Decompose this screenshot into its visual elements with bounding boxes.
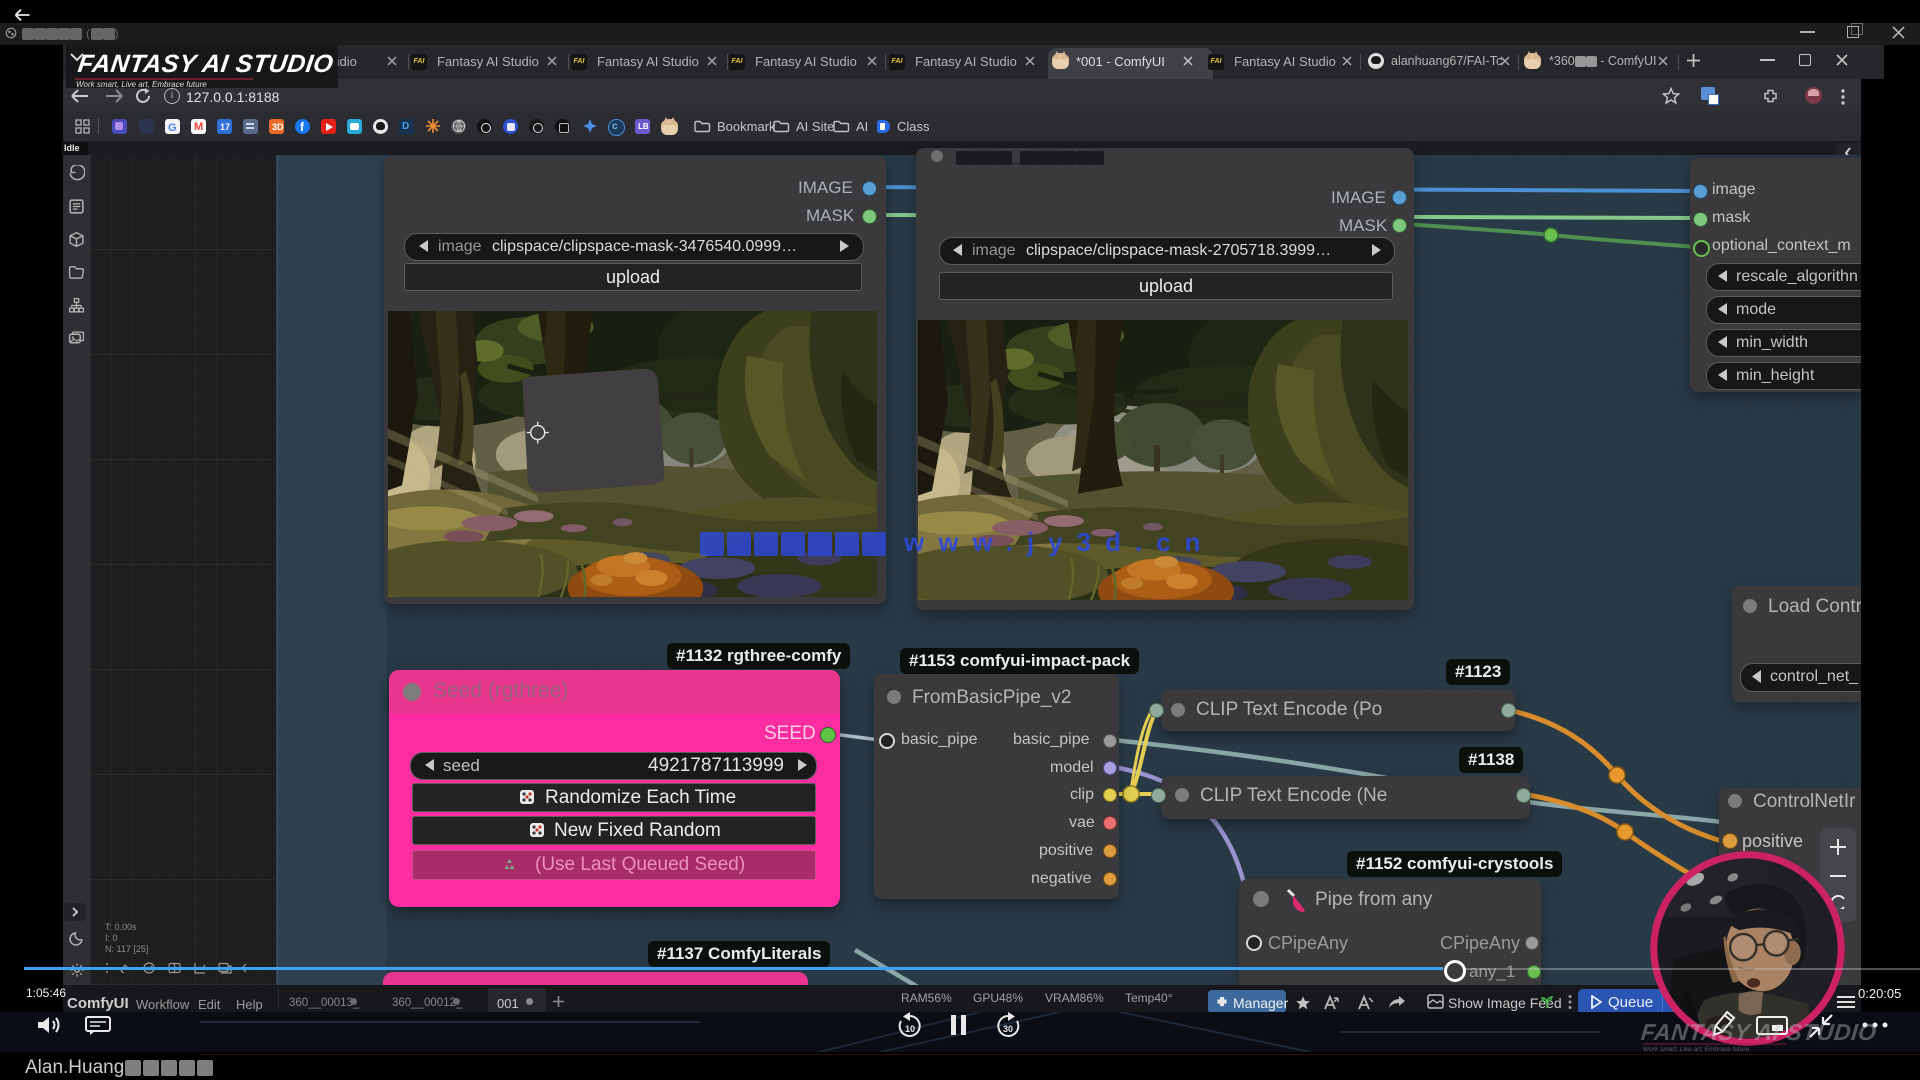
- svg-text:30: 30: [1003, 1024, 1013, 1034]
- svg-text:10: 10: [905, 1024, 915, 1034]
